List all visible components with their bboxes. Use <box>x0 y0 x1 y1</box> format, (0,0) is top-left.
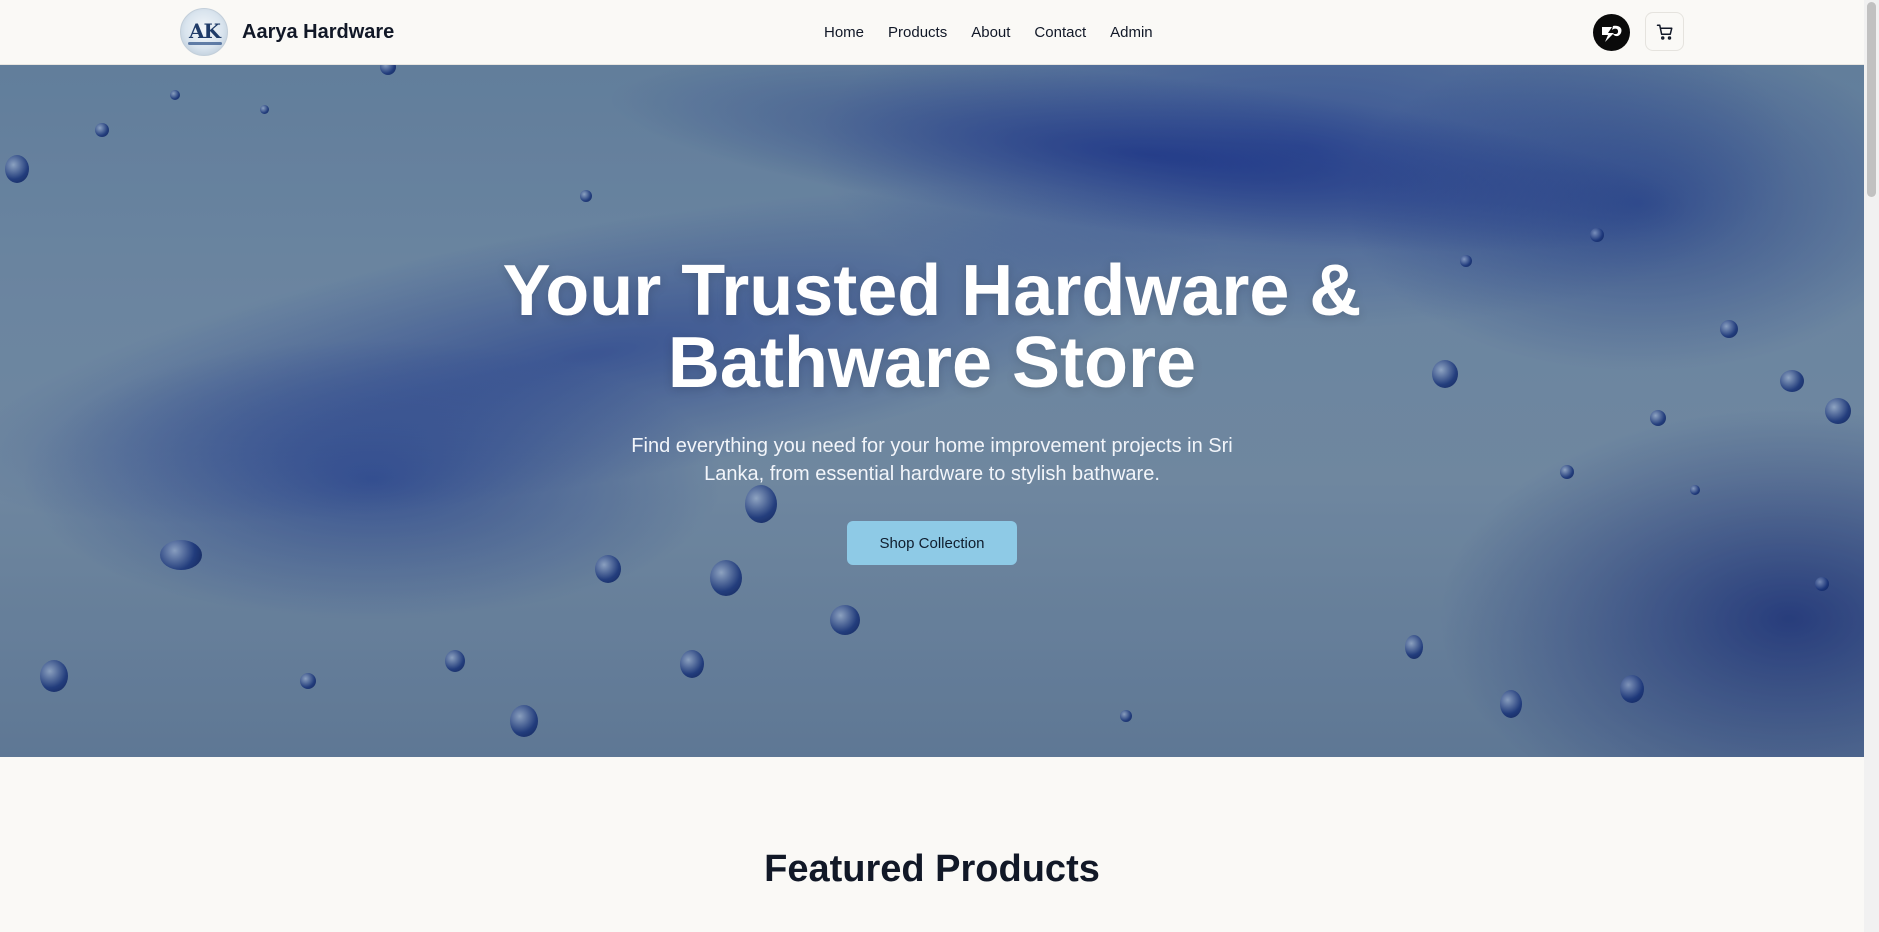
main-nav: Home Products About Contact Admin <box>824 0 1177 64</box>
nav-home[interactable]: Home <box>824 24 864 41</box>
nav-admin[interactable]: Admin <box>1110 24 1153 41</box>
featured-products-title: Featured Products <box>764 848 1100 890</box>
scrollbar-thumb[interactable] <box>1867 2 1876 197</box>
nav-contact[interactable]: Contact <box>1034 24 1086 41</box>
hero-section: Your Trusted Hardware & Bathware Store F… <box>0 65 1864 757</box>
shop-collection-button[interactable]: Shop Collection <box>847 521 1017 565</box>
brand-logo: AK <box>180 8 228 56</box>
brand-name: Aarya Hardware <box>242 20 395 43</box>
cart-icon <box>1656 24 1672 40</box>
hero-title: Your Trusted Hardware & Bathware Store <box>0 255 1864 399</box>
hero-subtitle: Find everything you need for your home i… <box>631 435 1233 485</box>
cart-button[interactable] <box>1645 12 1684 51</box>
logo-underline <box>188 42 222 45</box>
nav-products[interactable]: Products <box>888 24 947 41</box>
user-avatar-button[interactable] <box>1593 14 1630 51</box>
user-avatar-icon <box>1601 25 1622 42</box>
hero-title-line2: Bathware Store <box>667 323 1197 403</box>
page-scrollbar[interactable] <box>1864 0 1879 932</box>
brand-link[interactable]: AK Aarya Hardware <box>180 8 394 56</box>
nav-about[interactable]: About <box>971 24 1010 41</box>
hero-overlay <box>0 65 1864 757</box>
logo-mark: AK <box>189 19 221 43</box>
hero-title-line1: Your Trusted Hardware & <box>502 251 1362 331</box>
site-header: AK Aarya Hardware Home Products About Co… <box>0 0 1864 65</box>
